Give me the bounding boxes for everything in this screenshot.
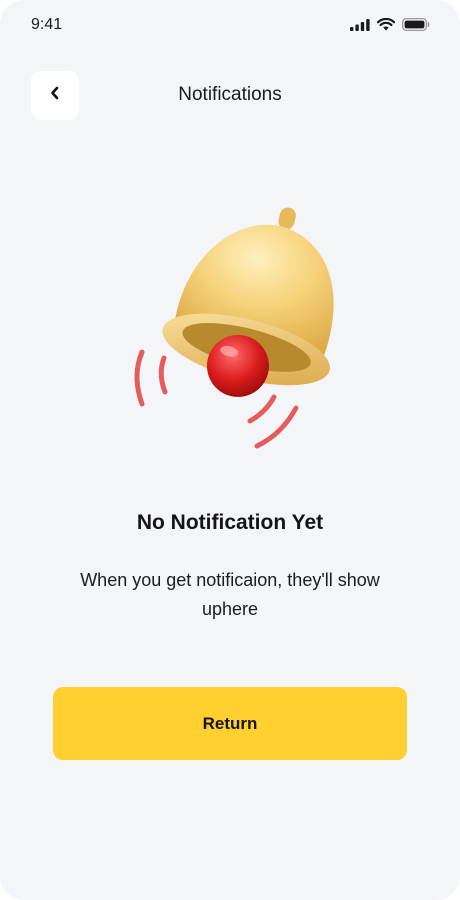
battery-icon — [402, 18, 430, 31]
page-title: Notifications — [178, 84, 282, 105]
return-button[interactable]: Return — [53, 687, 407, 760]
status-icons — [350, 18, 430, 31]
status-time: 9:41 — [31, 16, 63, 33]
empty-state-title: No Notification Yet — [136, 511, 324, 534]
bell-icon — [134, 207, 334, 449]
empty-state-message: When you get notificaion, they'll show u… — [80, 570, 380, 619]
bell-illustration — [118, 190, 338, 460]
wifi-icon — [377, 18, 395, 31]
header: Notifications — [0, 70, 460, 120]
signal-icon — [350, 18, 370, 31]
status-bar: 9:41 — [0, 0, 460, 52]
phone-screen: 9:41 Notifications No Notification Yet W… — [0, 0, 460, 900]
